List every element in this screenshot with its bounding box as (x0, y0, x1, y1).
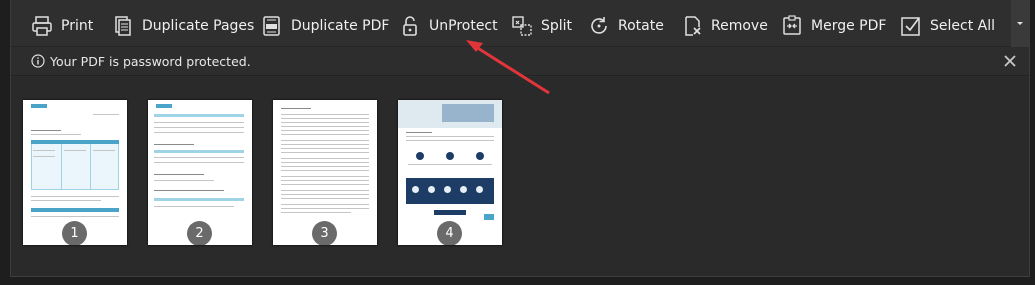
print-label: Print (61, 18, 94, 34)
pdf-file-icon (261, 15, 283, 37)
split-button[interactable]: Split (511, 14, 572, 38)
page-number-badge: 4 (437, 221, 462, 245)
chevron-down-icon (1017, 21, 1023, 25)
toolbar: Print Duplicate Pages Duplicate PDF UnPr… (11, 0, 1029, 47)
page-number-badge: 3 (312, 221, 337, 245)
info-bar: Your PDF is password protected. (11, 47, 1029, 76)
remove-label: Remove (711, 18, 768, 34)
print-button[interactable]: Print (31, 14, 93, 38)
select-all-label: Select All (930, 18, 995, 34)
rotate-icon (588, 15, 610, 37)
toolbar-overflow-button[interactable] (1011, 0, 1029, 47)
page-thumbnail[interactable]: 2 (148, 100, 252, 245)
page-thumbnail[interactable]: 1 (23, 100, 127, 245)
merge-icon (781, 15, 803, 37)
close-icon[interactable] (1003, 54, 1017, 68)
checkbox-icon (900, 15, 922, 37)
duplicate-pages-label: Duplicate Pages (142, 18, 255, 34)
page-thumbnail-area: 1 2 3 4 (11, 77, 1029, 276)
split-icon (511, 15, 533, 37)
page-thumbnail[interactable]: 4 (398, 100, 502, 245)
app-frame: Print Duplicate Pages Duplicate PDF UnPr… (10, 0, 1030, 277)
page-number-badge: 2 (187, 221, 212, 245)
merge-pdf-button[interactable]: Merge PDF (781, 14, 886, 38)
rotate-label: Rotate (618, 18, 664, 34)
printer-icon (31, 15, 53, 37)
unprotect-label: UnProtect (429, 18, 498, 34)
unprotect-button[interactable]: UnProtect (399, 14, 498, 38)
unlock-icon (399, 15, 421, 37)
select-all-button[interactable]: Select All (900, 14, 995, 38)
page-thumbnail[interactable]: 3 (273, 100, 377, 245)
duplicate-pdf-button[interactable]: Duplicate PDF (261, 14, 389, 38)
remove-page-icon (681, 15, 703, 37)
info-message: Your PDF is password protected. (50, 54, 251, 69)
duplicate-pdf-label: Duplicate PDF (291, 18, 390, 34)
split-label: Split (541, 18, 573, 34)
remove-button[interactable]: Remove (681, 14, 768, 38)
duplicate-pages-button[interactable]: Duplicate Pages (112, 14, 254, 38)
duplicate-pages-icon (112, 15, 134, 37)
merge-pdf-label: Merge PDF (811, 18, 887, 34)
rotate-button[interactable]: Rotate (588, 14, 664, 38)
info-icon (31, 54, 45, 68)
page-number-badge: 1 (62, 221, 87, 245)
